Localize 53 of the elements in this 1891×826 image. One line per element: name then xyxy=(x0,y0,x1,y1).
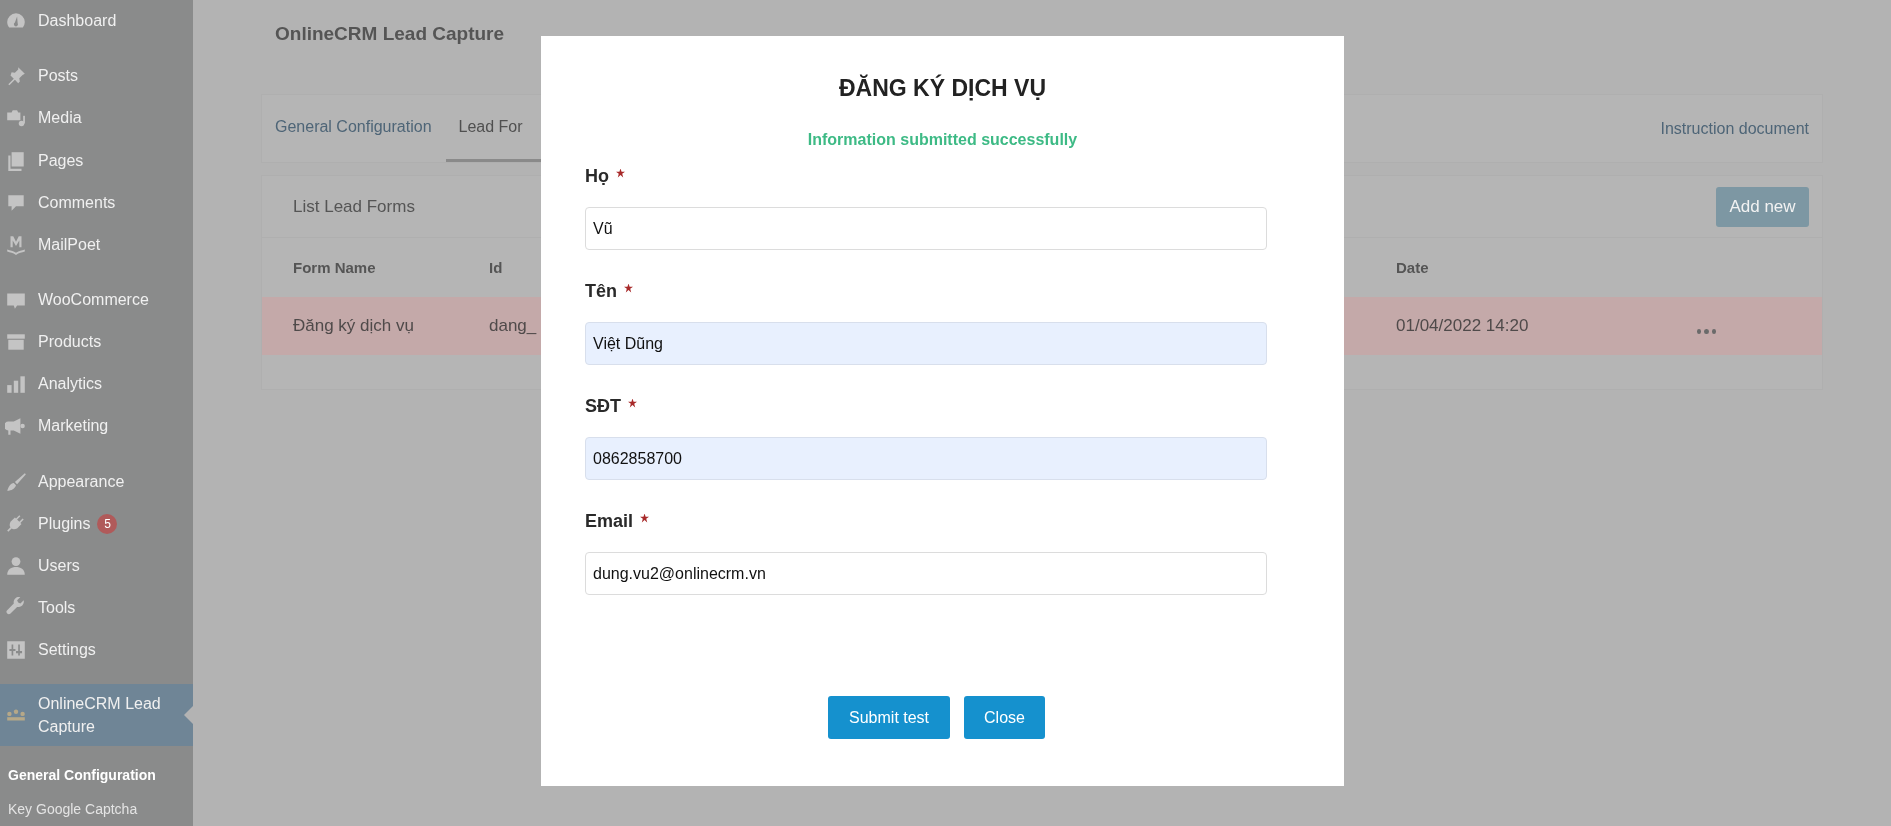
sidebar-item[interactable]: Media xyxy=(0,97,193,140)
list-title: List Lead Forms xyxy=(293,196,415,217)
sidebar-item[interactable]: Users xyxy=(0,544,193,588)
sliders-icon xyxy=(5,639,27,662)
success-message: Information submitted successfully xyxy=(806,130,1079,150)
field-label: Họ xyxy=(585,165,609,187)
required-asterisk-icon xyxy=(640,513,650,523)
sidebar-item[interactable]: Analytics xyxy=(0,363,193,406)
table-cell-text: dang_ xyxy=(489,316,538,336)
brush-icon xyxy=(5,470,27,493)
table-cell-text: Đăng ký dịch vụ xyxy=(293,316,415,336)
pointer-arrow-icon xyxy=(184,706,193,725)
count-badge: 5 xyxy=(97,513,118,534)
table-cell-text: 01/04/2022 14:20 xyxy=(1396,316,1530,336)
required-asterisk-icon xyxy=(616,168,625,178)
user-icon xyxy=(5,554,27,577)
close-button[interactable]: Close xyxy=(964,696,1045,739)
submenu-item[interactable]: Key Google Captcha xyxy=(0,792,193,826)
submenu-item[interactable]: General Configuration xyxy=(0,758,193,793)
page-title: OnlineCRM Lead Capture xyxy=(275,22,506,46)
more-icon[interactable] xyxy=(1697,328,1716,334)
required-asterisk-icon xyxy=(624,283,633,293)
sidebar-item[interactable]: Tools xyxy=(0,587,193,630)
input-field[interactable]: Vũ xyxy=(585,207,1267,250)
sidebar-item[interactable]: Posts xyxy=(0,55,193,98)
instruction-link[interactable]: Instruction document xyxy=(1660,95,1822,162)
sidebar-item[interactable]: Plugins 5 xyxy=(0,502,193,545)
input-field[interactable]: Việt Dũng xyxy=(585,322,1267,365)
sidebar-item[interactable]: Marketing xyxy=(0,405,193,448)
sidebar-item[interactable]: Settings xyxy=(0,629,193,672)
field-label: SĐT xyxy=(585,395,621,417)
sidebar-item[interactable]: Dashboard xyxy=(0,0,193,43)
sidebar-item[interactable]: OnlineCRM Lead Capture xyxy=(0,684,193,747)
pages-icon xyxy=(5,149,27,172)
form-title: ĐĂNG KÝ DỊCH VỤ xyxy=(838,73,1047,103)
sidebar-item[interactable]: MailPoet xyxy=(0,223,193,266)
sidebar-item[interactable]: WooCommerce xyxy=(0,278,193,322)
tab[interactable]: General Configuration xyxy=(262,95,446,162)
field-label: Tên xyxy=(585,280,617,302)
field-label: Email xyxy=(585,510,634,532)
column-header: Date xyxy=(1396,259,1430,276)
sidebar-item[interactable]: Products xyxy=(0,321,193,364)
input-field[interactable]: 0862858700 xyxy=(585,437,1267,480)
sidebar-item[interactable]: Comments xyxy=(0,181,193,224)
column-header: Id xyxy=(489,259,504,276)
column-header: Form Name xyxy=(293,259,377,276)
sidebar-item[interactable]: Pages xyxy=(0,139,193,182)
add-new-button[interactable]: Add new xyxy=(1716,186,1809,227)
sidebar-item[interactable]: Appearance xyxy=(0,460,193,503)
input-field[interactable]: dung.vu2@onlinecrm.vn xyxy=(585,552,1267,595)
bar-chart-icon xyxy=(5,373,27,396)
required-asterisk-icon xyxy=(628,398,637,408)
submit-button[interactable]: Submit test xyxy=(828,696,951,739)
